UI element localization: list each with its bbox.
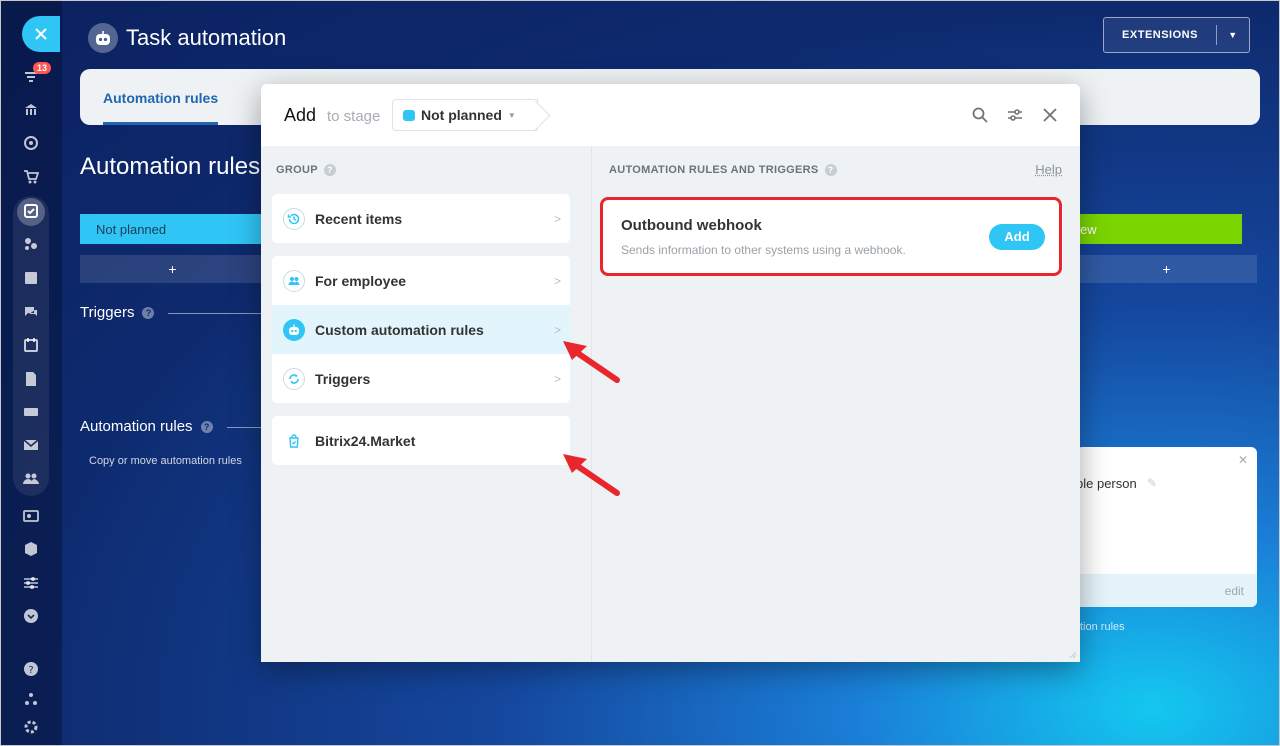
stage-selector[interactable]: Not planned ▼ — [392, 99, 538, 131]
nav-tasks-icon[interactable] — [20, 200, 42, 222]
nav-target-icon[interactable] — [20, 132, 42, 154]
highlight-frame — [600, 197, 1062, 276]
robot-app-icon — [88, 23, 118, 53]
stage-column-new: ew — [1076, 214, 1242, 244]
nav-docs-icon[interactable] — [20, 368, 42, 390]
close-slider-button[interactable] — [22, 16, 60, 52]
group-pane: GROUP ? Recent items > For employee > Cu… — [261, 146, 591, 662]
dialog-header: Add to stage Not planned ▼ — [261, 84, 1080, 146]
group-item-custom-automation-rules[interactable]: Custom automation rules > — [272, 305, 570, 354]
rules-link-right[interactable]: tion rules — [1080, 621, 1125, 633]
nav-feed-icon[interactable] — [20, 267, 42, 289]
nav-bank-icon[interactable] — [20, 99, 42, 121]
nav-cart-icon[interactable] — [20, 166, 42, 188]
close-icon — [35, 28, 47, 40]
tab-underline — [103, 122, 218, 125]
group-item-label: Recent items — [315, 210, 403, 227]
notification-badge: 13 — [33, 62, 52, 74]
divider — [227, 427, 263, 428]
group-item-label: Bitrix24.Market — [315, 432, 416, 449]
triggers-heading: Triggers? — [80, 304, 155, 321]
nav-contacts-icon[interactable] — [20, 505, 42, 527]
nav-sitemap-icon[interactable] — [20, 688, 42, 710]
group-item-triggers[interactable]: Triggers > — [272, 354, 570, 403]
annotation-arrow-icon — [563, 341, 620, 383]
nav-chat-icon[interactable] — [20, 301, 42, 323]
group-title: GROUP — [276, 164, 318, 176]
pencil-icon[interactable]: ✎ — [1147, 476, 1157, 490]
help-icon[interactable]: ? — [323, 164, 336, 176]
dialog-title: Add — [284, 105, 317, 125]
group-pane-title: GROUP ? — [276, 164, 336, 176]
rules-pane-title: AUTOMATION RULES AND TRIGGERS ? — [609, 164, 837, 176]
group-item-label: Triggers — [315, 370, 371, 387]
close-icon[interactable] — [1040, 105, 1060, 125]
svg-text:?: ? — [28, 665, 33, 676]
history-icon — [283, 207, 305, 230]
add-rule-left-button[interactable]: + — [80, 255, 265, 283]
to-stage-label: to stage — [327, 108, 381, 125]
chevron-right-icon: > — [553, 273, 561, 288]
add-rule-dialog: Add to stage Not planned ▼ GROUP ? Recen… — [261, 84, 1080, 662]
stage-color-dot — [403, 109, 415, 121]
rule-card-text: ple person — [1076, 476, 1137, 491]
nav-box-icon[interactable] — [20, 538, 42, 560]
stage-column-not-planned: Not planned — [80, 214, 265, 244]
edit-link[interactable]: edit — [1225, 584, 1244, 598]
search-icon[interactable] — [970, 105, 990, 125]
group-block-market: Bitrix24.Market — [272, 416, 570, 465]
rules-title: AUTOMATION RULES AND TRIGGERS — [609, 164, 819, 176]
robot-icon — [283, 318, 305, 341]
copy-move-link[interactable]: Copy or move automation rules — [89, 455, 242, 467]
automation-rules-label: Automation rules — [80, 418, 193, 435]
nav-calendar-icon[interactable] — [20, 334, 42, 356]
tab-automation-rules[interactable]: Automation rules — [103, 90, 218, 106]
extensions-button[interactable]: EXTENSIONS ▼ — [1103, 17, 1250, 53]
nav-settings-sliders-icon[interactable] — [20, 572, 42, 594]
chevron-down-icon[interactable]: ▼ — [1217, 30, 1249, 40]
extensions-label: EXTENSIONS — [1122, 29, 1198, 41]
nav-mail-icon[interactable] — [20, 434, 42, 456]
chevron-down-icon: ▼ — [507, 110, 516, 120]
close-icon[interactable]: ✕ — [1238, 453, 1248, 467]
group-item-label: For employee — [315, 272, 407, 289]
nav-help-icon[interactable]: ? — [20, 658, 42, 680]
nav-employees-icon[interactable] — [20, 468, 42, 490]
group-block-recent: Recent items > — [272, 194, 570, 243]
nav-more-icon[interactable] — [20, 605, 42, 627]
group-block-main: For employee > Custom automation rules >… — [272, 256, 570, 403]
group-item-bitrix24-market[interactable]: Bitrix24.Market — [272, 416, 570, 465]
stage-selector-value: Not planned — [421, 107, 502, 123]
help-icon[interactable]: ? — [200, 420, 213, 433]
help-icon[interactable]: ? — [824, 164, 837, 176]
annotation-arrow-icon — [563, 454, 620, 496]
group-item-label: Custom automation rules — [315, 321, 484, 338]
filter-settings-icon[interactable] — [1005, 105, 1025, 125]
people-icon — [283, 269, 305, 292]
help-icon[interactable]: ? — [142, 306, 155, 319]
help-link[interactable]: Help — [1035, 162, 1062, 177]
resize-handle-icon[interactable] — [1068, 650, 1076, 658]
section-title: Automation rules a — [80, 153, 281, 180]
divider — [168, 313, 263, 314]
group-item-for-employee[interactable]: For employee > — [272, 256, 570, 305]
market-icon — [283, 430, 305, 452]
nav-gear-icon[interactable] — [20, 716, 42, 738]
group-item-recent-items[interactable]: Recent items > — [272, 194, 570, 243]
rule-card: ✕ ple person ✎ edit — [1076, 447, 1257, 607]
add-rule-right-button[interactable]: + — [1076, 255, 1257, 283]
nav-drive-icon[interactable] — [20, 401, 42, 423]
page-title: Task automation — [126, 25, 287, 50]
trigger-icon — [283, 367, 305, 390]
automation-rules-heading: Automation rules? — [80, 418, 213, 435]
triggers-label: Triggers — [80, 304, 135, 321]
chevron-right-icon: > — [553, 211, 561, 226]
nav-sites-icon[interactable] — [20, 233, 42, 255]
